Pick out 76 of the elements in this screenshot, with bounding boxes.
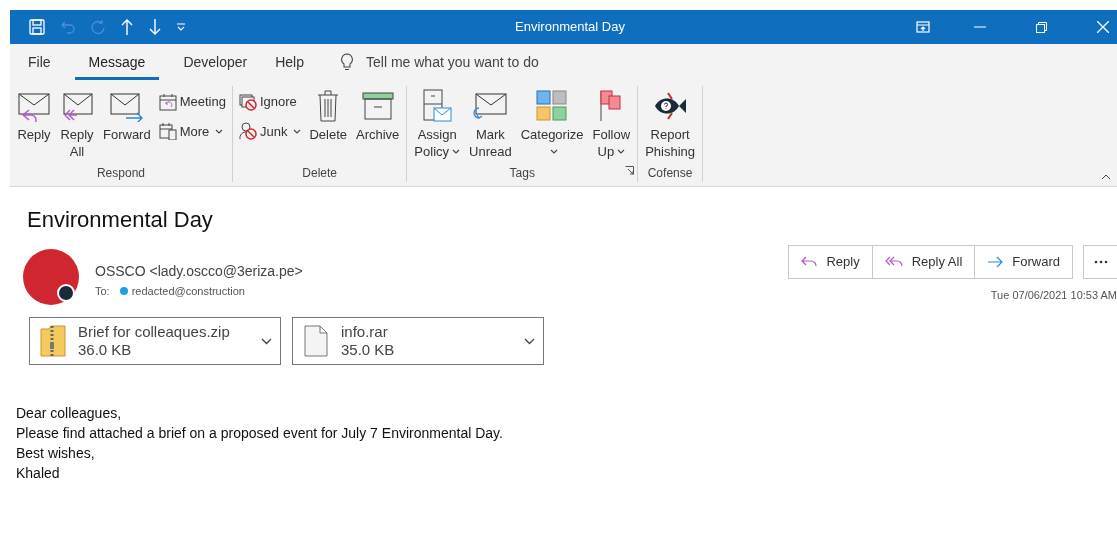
ribbon-button[interactable]: Junk: [238, 121, 302, 141]
calendar-phone-icon: [158, 122, 177, 141]
ribbon-button[interactable]: Ignore: [238, 92, 302, 112]
reply-all-icon: [884, 256, 903, 268]
color-squares-icon: [536, 90, 569, 122]
forward-icon: [109, 90, 144, 122]
more-icon: [1093, 260, 1108, 264]
group-label: Cofense: [647, 165, 693, 182]
up-arrow-icon[interactable]: [120, 18, 134, 36]
message-subject: Environmental Day: [27, 206, 213, 234]
group-label: Respond: [96, 165, 145, 182]
ribbon-display-icon[interactable]: [916, 21, 930, 33]
chevron-down-icon: [261, 337, 272, 345]
ribbon-button[interactable]: Delete: [305, 86, 351, 143]
caret-icon: [452, 149, 461, 154]
reply-all-icon: [60, 90, 94, 122]
body-text-line: Please find attached a brief on a proposed event for July 7 Environmental Day.: [16, 424, 503, 443]
attachment-card[interactable]: Brief for colleaques.zip 36.0 KB: [29, 317, 281, 365]
ribbon-button[interactable]: Categorize: [516, 86, 588, 160]
body-text-line: Khaled: [16, 464, 61, 483]
ribbon-tab[interactable]: Developer: [169, 44, 262, 80]
group-label: Tags: [509, 165, 535, 182]
body-text-line: Dear colleagues,: [16, 404, 123, 423]
zip-folder-icon: [40, 325, 66, 357]
ribbon-button[interactable]: Mark Unread: [465, 86, 516, 160]
ribbon-button[interactable]: Assign Policy: [410, 86, 465, 160]
reply-icon: [801, 256, 818, 268]
reply-icon: [17, 90, 51, 122]
ribbon-button[interactable]: Reply: [13, 86, 55, 143]
attachment-size: 36.0 KB: [78, 341, 132, 359]
group-label: Delete: [302, 165, 337, 182]
save-icon[interactable]: [28, 18, 46, 36]
customize-icon[interactable]: [176, 22, 186, 32]
ribbon-tab[interactable]: Help: [261, 44, 318, 80]
collapse-ribbon-icon[interactable]: [1101, 174, 1111, 180]
lightbulb-icon: [340, 53, 354, 71]
junk-person-icon: [238, 122, 257, 141]
caret-icon: [549, 149, 558, 154]
attachment-card[interactable]: info.rar 35.0 KB: [292, 317, 544, 365]
file-icon: [303, 325, 329, 357]
ribbon-button[interactable]: More: [158, 121, 226, 141]
caret-icon: [617, 149, 626, 154]
ribbon-button[interactable]: Forward: [99, 86, 155, 143]
restore-icon[interactable]: [1036, 21, 1047, 33]
ribbon-tab[interactable]: Message: [74, 44, 160, 80]
recipient-address: redacted@construction: [131, 284, 245, 299]
body-text-line: Best wishes,: [16, 444, 96, 463]
caret-icon: [215, 128, 224, 134]
window-title: Environmental Day: [514, 18, 626, 37]
ribbon-button[interactable]: Follow Up: [588, 86, 635, 160]
sent-date: Tue 07/06/2021 10:53 AM: [990, 288, 1117, 303]
tell-me-field[interactable]: Tell me what you want to do: [366, 51, 539, 73]
sender-avatar: [23, 249, 79, 305]
dialog-launcher-icon[interactable]: [625, 166, 635, 175]
attachment-size: 35.0 KB: [341, 341, 395, 359]
ribbon-tab[interactable]: File: [14, 44, 65, 80]
down-arrow-icon[interactable]: [148, 18, 162, 36]
ribbon-button[interactable]: Archive: [352, 86, 404, 143]
contact-status-icon: [119, 287, 128, 296]
chevron-down-icon: [524, 337, 535, 345]
envelope-icon: [473, 90, 508, 122]
to-label: To:: [95, 284, 110, 299]
calendar-icon: [158, 92, 177, 111]
ribbon-button[interactable]: Reply All: [56, 86, 98, 160]
ignore-icon: [238, 92, 257, 111]
fish-icon: [652, 91, 689, 121]
forward-icon: [987, 256, 1004, 268]
ribbon-button[interactable]: Report Phishing: [641, 86, 699, 160]
filing-cabinet-icon: [422, 89, 453, 123]
close-icon[interactable]: [1097, 21, 1109, 33]
archive-box-icon: [360, 90, 395, 122]
sender-address: OSSCO <lady.oscco@3eriza.pe>: [95, 262, 303, 281]
attachment-name: info.rar: [341, 323, 388, 341]
caret-icon: [293, 128, 302, 134]
attachment-name: Brief for colleaques.zip: [78, 323, 230, 341]
ribbon-button[interactable]: Meeting: [158, 92, 226, 112]
